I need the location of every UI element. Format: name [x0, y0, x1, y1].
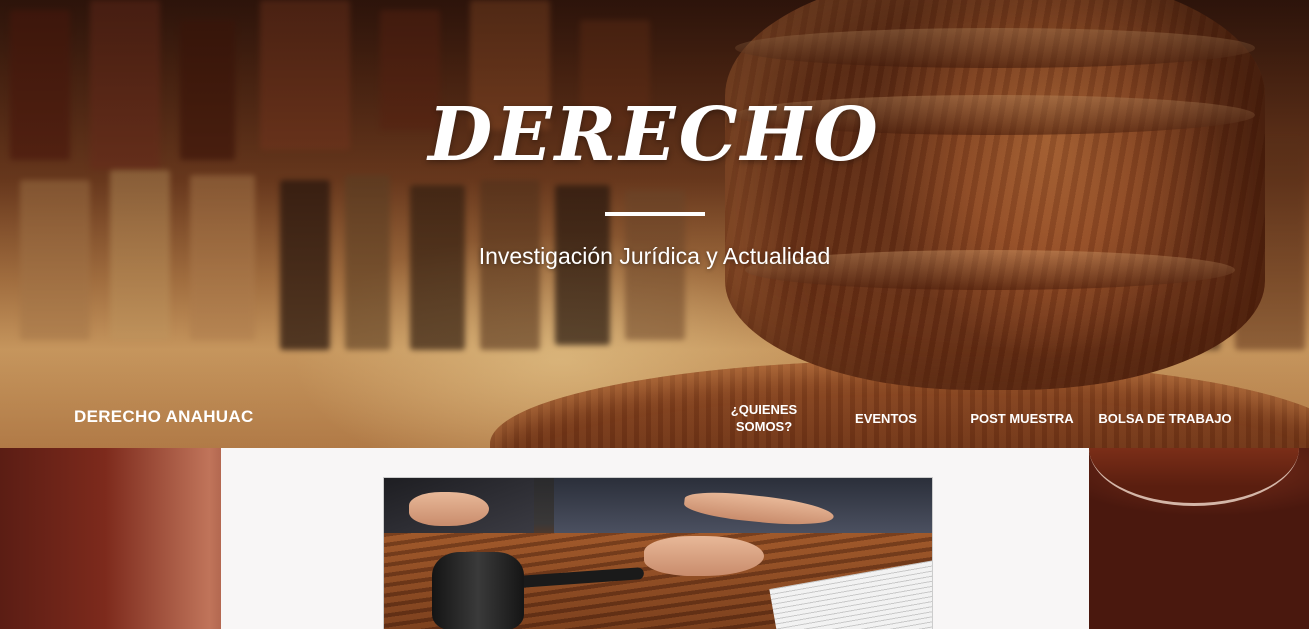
- content-panel: [221, 448, 1089, 629]
- nav-item-post-muestra[interactable]: POST MUESTRA: [962, 410, 1082, 427]
- page-background: [0, 448, 1309, 629]
- nav-item-eventos[interactable]: EVENTOS: [845, 410, 927, 427]
- gavel-icon: [432, 552, 524, 629]
- post-featured-image[interactable]: [383, 477, 933, 629]
- site-tagline: Investigación Jurídica y Actualidad: [478, 243, 831, 269]
- site-title: DERECHO: [428, 92, 881, 178]
- nav-item-quienes-somos[interactable]: ¿QUIENES SOMOS?: [718, 401, 810, 435]
- hero-banner: DERECHO Investigación Jurídica y Actuali…: [0, 0, 1309, 448]
- brand-link[interactable]: DERECHO ANAHUAC: [74, 407, 254, 427]
- nav-item-bolsa-de-trabajo[interactable]: BOLSA DE TRABAJO: [1096, 410, 1234, 427]
- title-divider: [605, 212, 705, 216]
